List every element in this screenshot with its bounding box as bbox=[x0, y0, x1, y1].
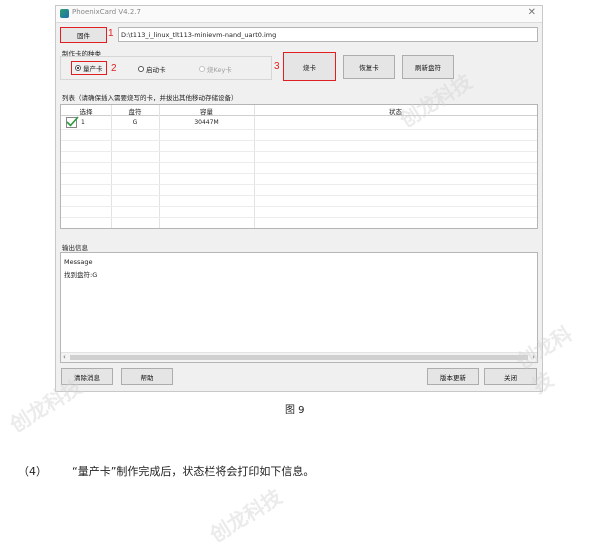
title-bar: PhoenixCard V4.2.7 ✕ bbox=[56, 6, 542, 23]
phoenixcard-window: PhoenixCard V4.2.7 ✕ 固件 1 D:\t113_i_linu… bbox=[55, 5, 543, 392]
annotation-3: 3 bbox=[274, 61, 280, 72]
radio-mass-production-card[interactable]: 量产卡 bbox=[71, 61, 107, 75]
row-divider bbox=[61, 173, 537, 174]
device-table: 选择 盘符 容量 状态 1 G 30447M bbox=[60, 104, 538, 229]
column-select: 选择 bbox=[79, 108, 93, 116]
row-capacity: 30447M bbox=[194, 119, 219, 126]
radio-label: 启动卡 bbox=[146, 66, 166, 74]
watermark: 创龙科技 bbox=[5, 374, 87, 438]
table-header: 选择 盘符 容量 状态 bbox=[61, 105, 537, 116]
firmware-path-field[interactable]: D:\t113_i_linux_tlt113-minievm-nand_uart… bbox=[118, 27, 538, 42]
column-drive: 盘符 bbox=[128, 108, 142, 116]
horizontal-scrollbar[interactable]: ‹ › bbox=[61, 352, 537, 362]
radio-label: 量产卡 bbox=[83, 65, 103, 73]
watermark: 创龙科技 bbox=[205, 484, 287, 548]
app-icon bbox=[60, 9, 69, 18]
row-divider bbox=[61, 206, 537, 207]
radio-dot bbox=[199, 66, 205, 72]
row-divider bbox=[61, 140, 537, 141]
row-checkbox[interactable] bbox=[66, 116, 79, 128]
row-divider bbox=[61, 217, 537, 218]
scroll-thumb[interactable] bbox=[70, 355, 528, 360]
version-update-button[interactable]: 版本更新 bbox=[427, 368, 479, 385]
row-drive: G bbox=[132, 119, 138, 126]
figure-caption: 图 9 bbox=[285, 405, 305, 416]
burn-card-button[interactable]: 烧卡 bbox=[283, 52, 336, 81]
row-divider bbox=[61, 151, 537, 152]
output-line: 找到盘符:G bbox=[64, 271, 98, 279]
radio-boot-card[interactable]: 启动卡 bbox=[138, 64, 166, 74]
row-index: 1 bbox=[81, 119, 85, 126]
row-divider bbox=[61, 195, 537, 196]
check-icon bbox=[66, 116, 79, 127]
paragraph-text: “量产卡”制作完成后，状态栏将会打印如下信息。 bbox=[72, 465, 315, 478]
restore-card-button[interactable]: 恢复卡 bbox=[343, 55, 395, 79]
list-label: 列表（请确保插入需要烧写的卡，并拔出其他移动存储设备） bbox=[62, 94, 238, 102]
radio-dot bbox=[75, 65, 81, 71]
close-icon[interactable]: ✕ bbox=[528, 7, 536, 18]
output-line: Message bbox=[64, 258, 93, 266]
window-title: PhoenixCard V4.2.7 bbox=[72, 8, 141, 16]
output-label: 输出信息 bbox=[62, 244, 88, 252]
radio-dot bbox=[138, 66, 144, 72]
scroll-left-icon[interactable]: ‹ bbox=[63, 353, 66, 361]
row-divider bbox=[61, 129, 537, 130]
annotation-2: 2 bbox=[111, 63, 117, 74]
output-panel: Message 找到盘符:G ‹ › bbox=[60, 252, 538, 363]
row-divider bbox=[61, 162, 537, 163]
column-divider bbox=[254, 105, 255, 228]
row-divider bbox=[61, 184, 537, 185]
annotation-1: 1 bbox=[108, 28, 114, 39]
paragraph-number: （4） bbox=[18, 465, 47, 478]
radio-label: 烧Key卡 bbox=[207, 66, 232, 74]
firmware-button[interactable]: 固件 bbox=[60, 27, 107, 43]
help-button[interactable]: 帮助 bbox=[121, 368, 173, 385]
column-capacity: 容量 bbox=[200, 108, 213, 116]
radio-key-card: 烧Key卡 bbox=[199, 64, 232, 74]
